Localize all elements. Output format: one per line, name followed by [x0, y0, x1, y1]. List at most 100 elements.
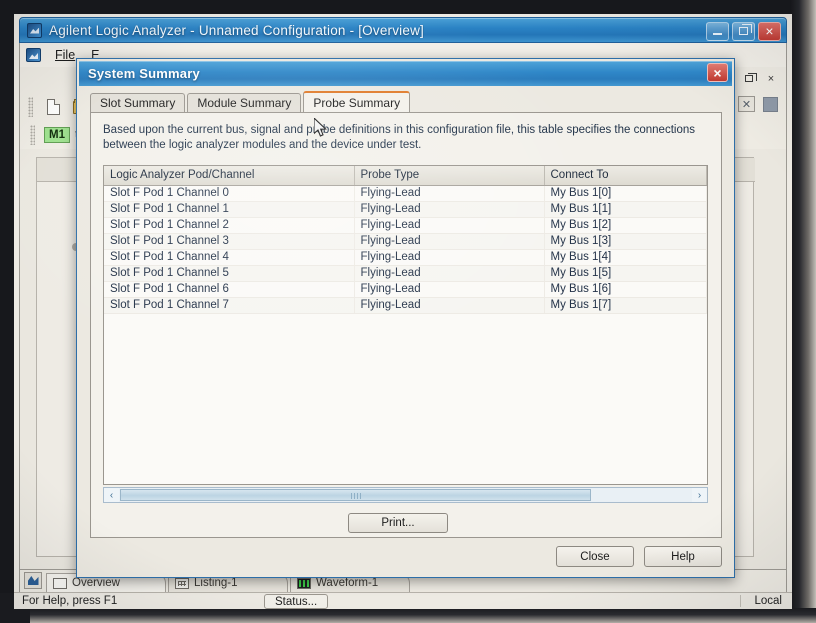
mdi-close-button[interactable]: × [762, 70, 780, 87]
cell-connect-to: My Bus 1[7] [544, 297, 707, 314]
cell-pod-channel: Slot F Pod 1 Channel 0 [104, 185, 355, 202]
cell-connect-to: My Bus 1[3] [544, 233, 707, 250]
dialog-title: System Summary [88, 66, 200, 81]
cell-probe-type: Flying-Lead [354, 201, 545, 218]
dialog-titlebar: System Summary [79, 61, 732, 86]
cell-probe-type: Flying-Lead [354, 217, 545, 234]
probe-summary-description: Based upon the current bus, signal and p… [103, 124, 695, 151]
tab-slot-summary-label: Slot Summary [100, 96, 176, 110]
column-header-pod-channel[interactable]: Logic Analyzer Pod/Channel [104, 166, 355, 186]
mdi-restore-button[interactable] [740, 70, 758, 87]
marker-m1-chip[interactable]: M1 [44, 127, 70, 143]
menu-app-icon [26, 48, 41, 62]
toolbar-right-icons: ✕ [738, 96, 778, 112]
restore-button[interactable] [732, 21, 755, 41]
probe-summary-table-container: Logic Analyzer Pod/Channel Probe Type Co… [103, 165, 708, 485]
overview-lead-icon [24, 572, 42, 589]
application-title: Agilent Logic Analyzer - Unnamed Configu… [49, 22, 424, 38]
cell-probe-type: Flying-Lead [354, 265, 545, 282]
cell-probe-type: Flying-Lead [354, 233, 545, 250]
agilent-app-icon [27, 22, 42, 38]
menu-item-file-label: File [55, 48, 76, 62]
cell-connect-to: My Bus 1[4] [544, 249, 707, 266]
listing-grid-icon [175, 577, 189, 589]
cell-pod-channel: Slot F Pod 1 Channel 2 [104, 217, 355, 234]
cell-pod-channel: Slot F Pod 1 Channel 6 [104, 281, 355, 298]
scroll-left-arrow-icon[interactable]: ‹ [104, 488, 119, 502]
view-tab-overview-label: Overview [72, 577, 120, 589]
status-button[interactable]: Status... [264, 594, 329, 609]
cell-connect-to: My Bus 1[2] [544, 217, 707, 234]
tab-module-summary[interactable]: Module Summary [187, 93, 302, 112]
cell-pod-channel: Slot F Pod 1 Channel 5 [104, 265, 355, 282]
table-body: Slot F Pod 1 Channel 0 Flying-Lead My Bus … [104, 185, 707, 314]
view-tab-waveform-label: Waveform-1 [316, 577, 379, 589]
restore-icon [745, 73, 757, 82]
table-row[interactable]: Slot F Pod 1 Channel 7 Flying-Lead My Bus … [104, 297, 707, 314]
close-window-icon[interactable]: ✕ [738, 96, 755, 112]
bezel-edge-right [790, 0, 816, 623]
application-titlebar: Agilent Logic Analyzer - Unnamed Configu… [19, 17, 787, 43]
bezel-edge-top [0, 0, 816, 14]
bezel-edge-bottom [0, 608, 816, 623]
print-button[interactable]: Print... [348, 513, 448, 533]
cell-pod-channel: Slot F Pod 1 Channel 1 [104, 201, 355, 218]
cell-probe-type: Flying-Lead [354, 281, 545, 298]
window-controls: × [706, 18, 781, 44]
dialog-tab-strip: Slot Summary Module Summary Probe Summar… [90, 91, 722, 113]
table-row[interactable]: Slot F Pod 1 Channel 4 Flying-Lead My Bus … [104, 249, 707, 266]
screen-area: Agilent Logic Analyzer - Unnamed Configu… [14, 14, 792, 609]
table-row[interactable]: Slot F Pod 1 Channel 0 Flying-Lead My Bus … [104, 185, 707, 202]
minimize-button[interactable] [706, 21, 729, 41]
cell-pod-channel: Slot F Pod 1 Channel 4 [104, 249, 355, 266]
waveform-icon [297, 577, 311, 589]
status-help-text: For Help, press F1 [22, 595, 118, 607]
cell-pod-channel: Slot F Pod 1 Channel 3 [104, 233, 355, 250]
probe-summary-table: Logic Analyzer Pod/Channel Probe Type Co… [104, 166, 707, 314]
table-row[interactable]: Slot F Pod 1 Channel 1 Flying-Lead My Bus … [104, 201, 707, 218]
new-document-icon [46, 99, 60, 115]
close-dialog-button[interactable]: Close [556, 546, 634, 567]
status-connection-label: Local [739, 595, 782, 607]
print-button-label: Print... [381, 517, 415, 529]
bezel-edge-left [0, 0, 14, 623]
table-header: Logic Analyzer Pod/Channel Probe Type Co… [104, 166, 707, 186]
cell-probe-type: Flying-Lead [354, 249, 545, 266]
cell-pod-channel: Slot F Pod 1 Channel 7 [104, 297, 355, 314]
dialog-close-button[interactable]: × [707, 63, 728, 82]
block-icon[interactable] [763, 96, 778, 112]
view-tab-listing-label: Listing-1 [194, 577, 238, 589]
tab-slot-summary[interactable]: Slot Summary [90, 93, 186, 112]
table-row[interactable]: Slot F Pod 1 Channel 6 Flying-Lead My Bus … [104, 281, 707, 298]
marker-toolbar-grip[interactable] [30, 125, 35, 145]
tab-probe-summary-label: Probe Summary [313, 95, 401, 110]
monitor-bezel: Agilent Logic Analyzer - Unnamed Configu… [0, 0, 816, 623]
restore-icon [739, 24, 752, 35]
tab-module-summary-label: Module Summary [197, 96, 292, 110]
scrollbar-thumb[interactable] [120, 489, 591, 501]
system-summary-dialog: System Summary × Slot Summary Module Sum… [76, 58, 735, 578]
tab-probe-summary[interactable]: Probe Summary [303, 91, 411, 112]
cell-connect-to: My Bus 1[6] [544, 281, 707, 298]
table-header-row: Logic Analyzer Pod/Channel Probe Type Co… [104, 166, 707, 186]
cell-probe-type: Flying-Lead [354, 297, 545, 314]
dialog-footer: Close Help [556, 546, 722, 567]
minimize-icon [713, 33, 722, 35]
column-header-connect-to[interactable]: Connect To [544, 166, 707, 186]
cell-connect-to: My Bus 1[0] [544, 185, 707, 202]
table-row[interactable]: Slot F Pod 1 Channel 5 Flying-Lead My Bus … [104, 265, 707, 282]
table-row[interactable]: Slot F Pod 1 Channel 2 Flying-Lead My Bus … [104, 217, 707, 234]
help-button[interactable]: Help [644, 546, 722, 567]
status-bar: For Help, press F1 Status... Local [14, 592, 792, 609]
table-horizontal-scrollbar[interactable]: ‹ › [103, 487, 708, 503]
overview-icon [53, 577, 67, 589]
new-config-button[interactable] [41, 96, 65, 118]
toolbar-grip[interactable] [28, 97, 33, 117]
cell-probe-type: Flying-Lead [354, 185, 545, 202]
cell-connect-to: My Bus 1[5] [544, 265, 707, 282]
close-button[interactable]: × [758, 21, 781, 41]
scroll-right-arrow-icon[interactable]: › [692, 488, 707, 502]
table-row[interactable]: Slot F Pod 1 Channel 3 Flying-Lead My Bus … [104, 233, 707, 250]
cell-connect-to: My Bus 1[1] [544, 201, 707, 218]
column-header-probe-type[interactable]: Probe Type [354, 166, 545, 186]
